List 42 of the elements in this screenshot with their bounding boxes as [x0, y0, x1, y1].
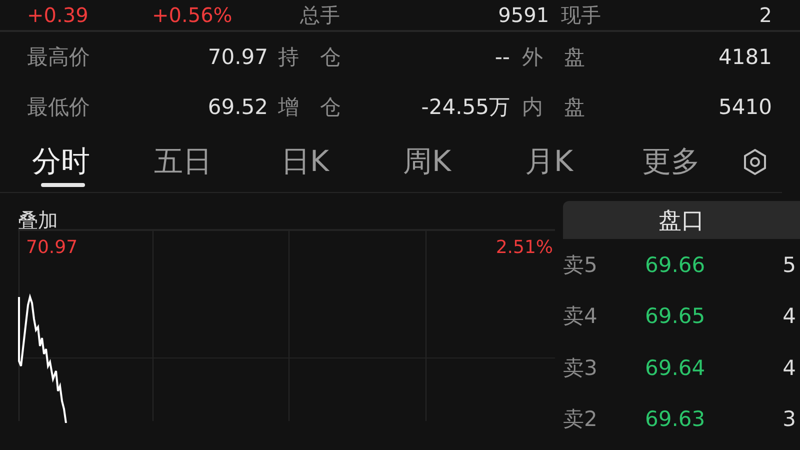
stat-value: 2	[759, 3, 772, 27]
order-side: 卖3	[563, 354, 598, 382]
order-price: 69.65	[645, 304, 706, 328]
price-change: +0.39	[27, 3, 90, 27]
settings-icon[interactable]	[742, 148, 768, 176]
stat-value: 5410	[718, 95, 772, 119]
order-price: 69.66	[645, 252, 706, 277]
order-price: 69.63	[645, 407, 706, 432]
chart-tab[interactable]: 更多	[610, 132, 732, 192]
stat-label: 总手	[300, 2, 340, 28]
percent-change: +0.56%	[152, 3, 234, 27]
stat-value: --	[494, 45, 510, 69]
stat-label: 内 盘	[521, 94, 586, 121]
stat-value: 9591	[498, 3, 550, 27]
chart-tab[interactable]: 日K	[244, 132, 366, 192]
overlay-button[interactable]: 叠加	[0, 193, 58, 229]
order-price: 69.64	[645, 356, 706, 380]
stat-label: 最低价	[27, 94, 91, 121]
high-price-label: 70.97	[26, 237, 78, 258]
stat-value: 4181	[718, 45, 772, 69]
chart-tab[interactable]: 五日	[122, 132, 244, 192]
stat-label: 外 盘	[521, 44, 586, 71]
order-volume: 3	[782, 407, 797, 432]
order-side: 卖2	[563, 406, 598, 434]
chart-tab[interactable]: 周K	[366, 132, 488, 192]
order-volume: 4	[782, 304, 797, 328]
stat-label: 增 仓	[277, 94, 342, 121]
chart-tab[interactable]: 月K	[488, 132, 610, 192]
stat-value: 70.97	[206, 45, 268, 69]
order-book-header: 盘口	[563, 201, 800, 239]
chart-tab[interactable]: 分时	[0, 132, 122, 192]
stat-label: 现手	[561, 2, 602, 28]
high-percent-label: 2.51%	[496, 237, 553, 258]
order-volume: 5	[782, 252, 797, 277]
stat-label: 最高价	[27, 44, 91, 71]
stat-value: -24.55万	[420, 94, 510, 121]
order-side: 卖5	[563, 252, 598, 279]
order-side: 卖4	[563, 303, 598, 330]
tab-underline	[41, 183, 85, 187]
stat-value: 69.52	[206, 95, 268, 119]
order-volume: 4	[782, 356, 797, 380]
stat-label: 持 仓	[277, 44, 342, 71]
